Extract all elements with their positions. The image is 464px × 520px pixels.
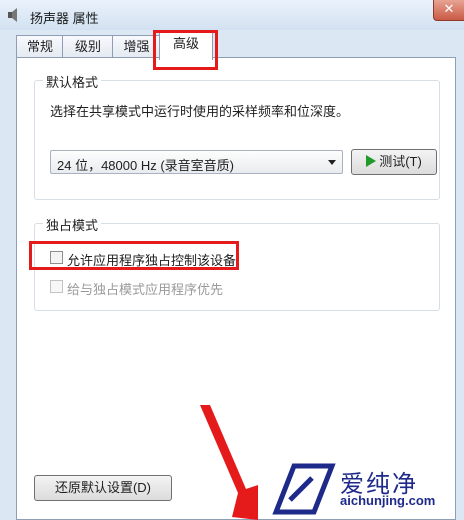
sample-rate-value: 24 位，48000 Hz (录音室音质) [57,158,234,173]
checkbox-highlight-box [29,241,239,270]
tab-general[interactable]: 常规 [16,35,64,58]
play-icon [366,155,377,167]
watermark-url: aichunjing.com [340,493,436,508]
exclusive-priority-label: 给与独占模式应用程序优先 [67,282,224,297]
speaker-icon [8,8,17,22]
watermark-logo-icon [272,463,336,515]
chevron-down-icon [328,160,336,165]
test-button[interactable]: 测试(T) [351,149,437,175]
default-format-group: 默认格式 [34,72,440,200]
exclusive-mode-legend: 独占模式 [43,215,102,234]
tab-highlight-box [153,30,218,70]
red-arrow-annotation [200,405,258,520]
default-format-description: 选择在共享模式中运行时使用的采样频率和位深度。 [50,104,350,119]
exclusive-priority-checkbox [50,280,63,293]
close-button[interactable]: ✕ [433,0,464,21]
restore-defaults-button[interactable]: 还原默认设置(D) [34,475,172,501]
test-button-label: 测试(T) [379,154,422,169]
title-bar: 扬声器 属性 ✕ [0,0,464,30]
sample-rate-select[interactable]: 24 位，48000 Hz (录音室音质) [50,150,343,174]
default-format-legend: 默认格式 [43,72,102,91]
tab-levels[interactable]: 级别 [62,35,114,58]
window-title: 扬声器 属性 [30,11,99,26]
